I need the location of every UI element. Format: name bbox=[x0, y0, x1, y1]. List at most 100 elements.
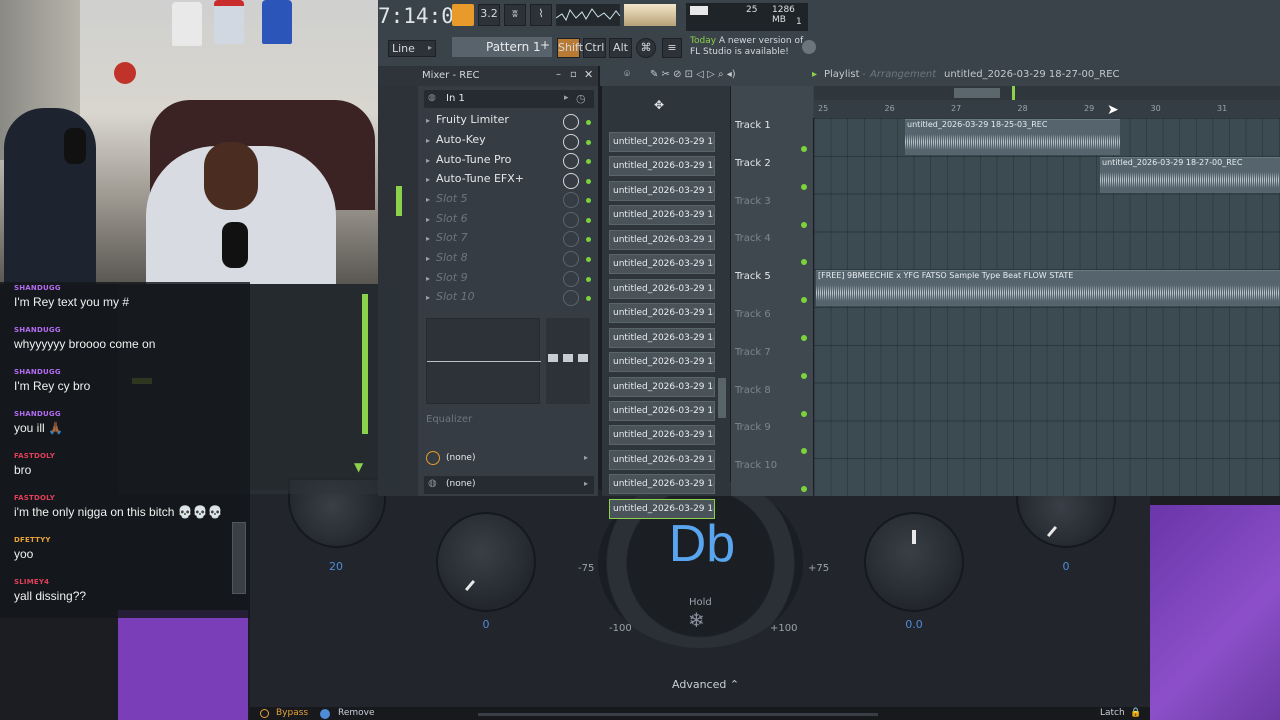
playlist-play-icon[interactable]: ▸ bbox=[812, 69, 817, 80]
track-header[interactable]: Track 9 bbox=[735, 422, 811, 460]
track-enable-led[interactable] bbox=[801, 372, 807, 379]
slot-enable-led[interactable] bbox=[586, 237, 591, 242]
slot-mix-knob[interactable] bbox=[563, 290, 579, 306]
chat-username[interactable]: FASTDOLY bbox=[14, 452, 250, 460]
track-enable-led[interactable] bbox=[801, 410, 807, 417]
news-panel[interactable]: Today A newer version of FL Studio is av… bbox=[690, 36, 803, 58]
minimize-icon[interactable]: – bbox=[556, 69, 561, 80]
recording-file[interactable]: untitled_2026-03-29 18-... bbox=[609, 156, 715, 177]
send-select-1[interactable]: (none) ▸ bbox=[424, 450, 594, 468]
ctrl-key[interactable]: Ctrl bbox=[583, 38, 606, 58]
recording-file[interactable]: untitled_2026-03-29 18-... bbox=[609, 352, 715, 373]
recording-file[interactable]: untitled_2026-03-29 18-... bbox=[609, 254, 715, 275]
slot-enable-led[interactable] bbox=[586, 159, 591, 164]
plugin-scrollbar[interactable] bbox=[478, 713, 878, 716]
chat-scrollbar[interactable] bbox=[232, 522, 246, 594]
chat-username[interactable]: SHANDUGG bbox=[14, 326, 250, 334]
track-header[interactable]: Track 10 bbox=[735, 460, 811, 498]
pattern-selector[interactable]: Pattern 1 bbox=[452, 37, 552, 57]
track-header[interactable]: Track 4 bbox=[735, 233, 811, 271]
tool-icons[interactable]: ✎ ✂ ⊘ ⊡ ◁ ▷ ⌕ ◂) bbox=[650, 69, 736, 80]
route-arrow-icon[interactable]: ▼ bbox=[354, 460, 363, 474]
recording-file[interactable]: untitled_2026-03-29 18-... bbox=[609, 425, 715, 446]
record-loop-icon[interactable]: ⌾ bbox=[624, 69, 630, 80]
recording-file[interactable]: untitled_2026-03-29 18-... bbox=[609, 449, 715, 470]
record-pattern-toggle[interactable] bbox=[452, 4, 474, 26]
eq-slider-high[interactable] bbox=[578, 354, 588, 362]
slot-enable-led[interactable] bbox=[586, 140, 591, 145]
waveform-toggle-icon[interactable]: ⌇ bbox=[530, 4, 552, 26]
close-icon[interactable]: ✕ bbox=[584, 68, 593, 81]
recording-file[interactable]: untitled_2026-03-29 18-... bbox=[609, 278, 715, 299]
recording-file[interactable]: untitled_2026-03-29 18-... bbox=[609, 327, 715, 348]
recording-file[interactable]: untitled_2026-03-29 18-... bbox=[609, 400, 715, 421]
audio-clip[interactable]: untitled_2026-03-29 18-25-03_REC bbox=[905, 119, 1120, 155]
typing-keyboard-icon[interactable]: ⌘ bbox=[636, 38, 656, 58]
recording-file[interactable]: untitled_2026-03-29 18-... bbox=[609, 229, 715, 250]
chat-username[interactable]: SHANDUGG bbox=[14, 284, 250, 292]
slot-mix-knob[interactable] bbox=[563, 271, 579, 287]
chat-username[interactable]: DFETTYY bbox=[14, 536, 250, 544]
track-header[interactable]: Track 2 bbox=[735, 158, 811, 196]
slot-enable-led[interactable] bbox=[586, 179, 591, 184]
bypass-radio[interactable] bbox=[260, 709, 269, 718]
chat-username[interactable]: SLIMEY4 bbox=[14, 578, 250, 586]
lock-icon[interactable]: 🔒 bbox=[1130, 708, 1141, 718]
track-header[interactable]: Track 3 bbox=[735, 196, 811, 234]
recording-file[interactable]: untitled_2026-03-29 18-... bbox=[609, 376, 715, 397]
slot-enable-led[interactable] bbox=[586, 198, 591, 203]
eq-slider-mid[interactable] bbox=[563, 354, 573, 362]
eq-graph[interactable] bbox=[426, 318, 541, 404]
slot-mix-knob[interactable] bbox=[563, 114, 579, 130]
eq-band-sliders[interactable] bbox=[546, 318, 590, 404]
maximize-icon[interactable]: ▫ bbox=[570, 69, 577, 80]
recording-file[interactable]: untitled_2026-03-29 18-... bbox=[609, 180, 715, 201]
chat-username[interactable]: SHANDUGG bbox=[14, 410, 250, 418]
remove-radio[interactable] bbox=[320, 709, 330, 719]
recording-file[interactable]: untitled_2026-03-29 18-... bbox=[609, 498, 715, 519]
track-header[interactable]: Track 1 bbox=[735, 120, 811, 158]
slot-enable-led[interactable] bbox=[586, 257, 591, 262]
shift-key[interactable]: Shift bbox=[557, 38, 583, 58]
audio-clip[interactable]: untitled_2026-03-29 18-27-00_REC bbox=[1100, 157, 1280, 193]
audio-clip[interactable]: [FREE] 9BMEECHIE x YFG FATSO Sample Type… bbox=[816, 270, 1280, 306]
recording-file[interactable]: untitled_2026-03-29 18-... bbox=[609, 132, 715, 152]
slot-mix-knob[interactable] bbox=[563, 173, 579, 189]
menu-list-icon[interactable]: ≡ bbox=[662, 38, 682, 58]
snowflake-icon[interactable]: ❄ bbox=[688, 608, 705, 632]
slot-enable-led[interactable] bbox=[586, 277, 591, 282]
track-enable-led[interactable] bbox=[801, 146, 807, 152]
track-header[interactable]: Track 5 bbox=[735, 271, 811, 309]
flex-tune-knob[interactable] bbox=[864, 512, 964, 612]
arrangement-name[interactable]: Arrangement bbox=[870, 69, 936, 80]
slot-mix-knob[interactable] bbox=[563, 134, 579, 150]
track-header[interactable]: Track 8 bbox=[735, 385, 811, 423]
move-handle-icon[interactable]: ✥ bbox=[654, 98, 664, 112]
advanced-button[interactable]: Advanced ⌃ bbox=[672, 678, 739, 691]
browser-scrollbar[interactable] bbox=[718, 378, 726, 418]
slot-mix-knob[interactable] bbox=[563, 231, 579, 247]
metronome-icon[interactable]: ʬ bbox=[504, 4, 526, 26]
slot-mix-knob[interactable] bbox=[563, 212, 579, 228]
input-select[interactable]: ◍ In 1 ▸ ◷ bbox=[424, 90, 594, 108]
track-enable-led[interactable] bbox=[801, 183, 807, 190]
slot-mix-knob[interactable] bbox=[563, 153, 579, 169]
track-enable-led[interactable] bbox=[801, 335, 807, 341]
humanize-knob[interactable] bbox=[436, 512, 536, 612]
playlist-scrollbar[interactable] bbox=[814, 86, 1280, 100]
scroll-thumb[interactable] bbox=[954, 88, 1000, 98]
track-header[interactable]: Track 7 bbox=[735, 347, 811, 385]
recording-file[interactable]: untitled_2026-03-29 18-... bbox=[609, 303, 715, 324]
chat-username[interactable]: SHANDUGG bbox=[14, 368, 250, 376]
slot-enable-led[interactable] bbox=[586, 296, 591, 301]
slot-mix-knob[interactable] bbox=[563, 251, 579, 267]
slot-mix-knob[interactable] bbox=[563, 192, 579, 208]
slot-enable-led[interactable] bbox=[586, 218, 591, 223]
send-select-2[interactable]: ◍ (none) ▸ bbox=[424, 476, 594, 494]
alt-key[interactable]: Alt bbox=[609, 38, 632, 58]
track-header[interactable]: Track 6 bbox=[735, 309, 811, 347]
tempo-tap-button[interactable]: 3.2 bbox=[478, 4, 500, 26]
slot-enable-led[interactable] bbox=[586, 120, 591, 125]
add-pattern-icon[interactable]: + bbox=[540, 38, 550, 52]
chat-username[interactable]: FASTDOLY bbox=[14, 494, 250, 502]
